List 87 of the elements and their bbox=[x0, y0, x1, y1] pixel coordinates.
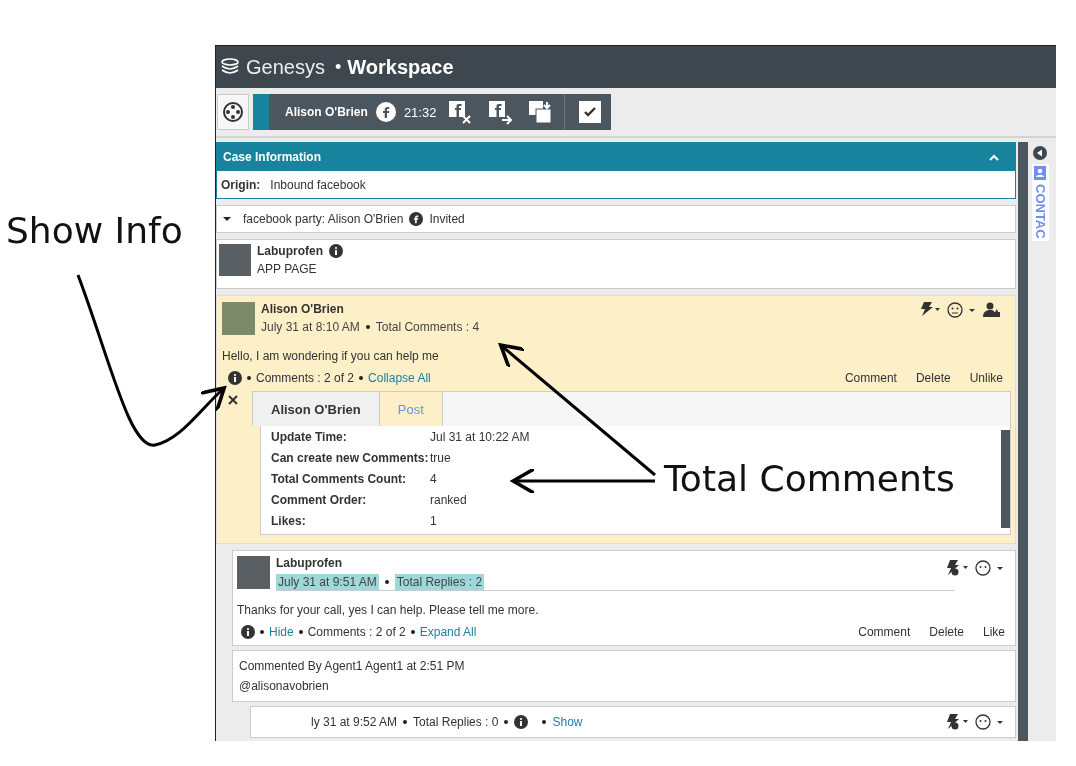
mark-done-button[interactable] bbox=[579, 101, 602, 123]
bullet-icon bbox=[384, 580, 389, 584]
page-name: Labuprofen bbox=[257, 244, 323, 258]
bullet-icon bbox=[247, 376, 251, 380]
property-value: Jul 31 at 10:22 AM bbox=[430, 430, 530, 444]
smiley-icon[interactable] bbox=[975, 714, 1005, 730]
bullet-icon bbox=[359, 376, 364, 380]
case-information-header[interactable]: Case Information bbox=[217, 143, 1015, 171]
reply-mention: @alisonavobrien bbox=[239, 679, 329, 693]
bullet-icon bbox=[542, 720, 547, 724]
checkmark-icon bbox=[583, 106, 598, 118]
bullet-icon bbox=[410, 630, 415, 634]
total-comments: Total Comments : 4 bbox=[375, 320, 480, 334]
property-value: true bbox=[430, 451, 452, 465]
contact-name: Alison O'Brien bbox=[285, 105, 368, 119]
close-icon[interactable] bbox=[228, 395, 238, 405]
party-label: facebook party: Alison O'Brien bbox=[243, 212, 404, 226]
avatar-placeholder bbox=[222, 302, 255, 335]
property-label: Update Time: bbox=[271, 430, 348, 444]
post-time: July 31 at 8:10 AM bbox=[261, 320, 360, 334]
property-label: Comment Order: bbox=[271, 493, 368, 507]
lightning-info-icon[interactable] bbox=[945, 560, 969, 576]
collapse-chevron-icon[interactable] bbox=[989, 153, 999, 161]
info-tab[interactable]: Alison O'Brien bbox=[253, 392, 380, 426]
property-value: 1 bbox=[430, 514, 438, 528]
smiley-icon[interactable] bbox=[947, 302, 977, 318]
annotation-label: Total Comments bbox=[664, 458, 955, 499]
property-value: ranked bbox=[430, 493, 468, 507]
bullet-icon bbox=[365, 325, 370, 329]
total-replies: Total Replies : 2 bbox=[394, 574, 485, 590]
info-icon[interactable] bbox=[329, 244, 343, 258]
case-information-title: Case Information bbox=[223, 150, 321, 164]
collapse-all-link[interactable]: Collapse All bbox=[368, 371, 431, 385]
info-icon[interactable] bbox=[514, 715, 529, 729]
lightning-info-icon[interactable] bbox=[945, 714, 969, 730]
origin-value: Inbound facebook bbox=[270, 177, 366, 192]
info-icon[interactable] bbox=[241, 625, 255, 639]
product-name: Workspace bbox=[347, 55, 454, 79]
property-label: Total Comments Count: bbox=[271, 472, 408, 486]
author-name: Alison O'Brien bbox=[261, 302, 344, 316]
interaction-accent-strip bbox=[253, 94, 269, 130]
scrollbar-thumb[interactable] bbox=[1001, 430, 1010, 528]
action-link[interactable]: Delete bbox=[915, 371, 951, 385]
action-link[interactable]: Delete bbox=[929, 625, 964, 639]
show-link[interactable]: Show bbox=[552, 715, 583, 729]
action-link[interactable]: Comment bbox=[858, 625, 911, 639]
avatar-placeholder bbox=[219, 244, 251, 276]
comments-count: Comments : 2 of 2 bbox=[256, 371, 355, 385]
page-type: APP PAGE bbox=[257, 262, 317, 276]
contact-card-icon bbox=[1034, 166, 1046, 180]
origin-label: Origin: bbox=[221, 177, 261, 192]
property-label: Can create new Comments: bbox=[271, 451, 430, 465]
expand-caret-icon[interactable] bbox=[223, 215, 231, 223]
action-link[interactable]: Comment bbox=[844, 371, 897, 385]
author-name: Labuprofen bbox=[276, 556, 342, 570]
party-status: Invited bbox=[429, 212, 465, 226]
action-link[interactable]: Like bbox=[983, 625, 1005, 639]
action-link[interactable]: Unlike bbox=[969, 371, 1003, 385]
total-replies: Total Replies : 0 bbox=[413, 715, 499, 729]
brand-name: Genesys bbox=[246, 55, 325, 79]
bullet-icon bbox=[260, 630, 264, 634]
bullet-icon bbox=[504, 720, 509, 724]
dotted-circle-icon bbox=[222, 101, 244, 123]
workspace-menu-button[interactable] bbox=[217, 94, 249, 130]
comment-time: July 31 at 9:51 AM bbox=[276, 574, 379, 590]
comments-count: Comments : 2 of 2 bbox=[307, 625, 406, 639]
expand-all-link[interactable]: Expand All bbox=[419, 625, 477, 639]
lightning-icon[interactable] bbox=[919, 302, 941, 316]
annotation-label: Show Info bbox=[6, 210, 183, 251]
property-label: Likes: bbox=[271, 514, 307, 528]
sub-reply-time: ly 31 at 9:52 AM bbox=[311, 715, 398, 729]
title-separator: • bbox=[334, 56, 342, 78]
post-message: Hello, I am wondering if you can help me bbox=[222, 349, 440, 363]
bullet-icon bbox=[298, 630, 303, 634]
bullet-icon bbox=[403, 720, 408, 724]
info-icon[interactable] bbox=[228, 371, 242, 385]
comment-message: Thanks for your call, yes I can help. Please tell me more. bbox=[237, 603, 540, 617]
hide-link[interactable]: Hide bbox=[269, 625, 294, 639]
person-thumbs-up-icon[interactable] bbox=[983, 302, 1001, 318]
stack-logo-icon bbox=[220, 58, 240, 76]
interaction-timer: 21:32 bbox=[403, 104, 437, 120]
property-value: 4 bbox=[430, 472, 438, 486]
facebook-icon bbox=[409, 212, 424, 226]
facebook-icon bbox=[375, 102, 396, 122]
reply-author-line: Commented By Agent1 Agent1 at 2:51 PM bbox=[239, 659, 465, 673]
avatar-placeholder bbox=[237, 556, 270, 589]
smiley-icon[interactable] bbox=[975, 560, 1005, 576]
